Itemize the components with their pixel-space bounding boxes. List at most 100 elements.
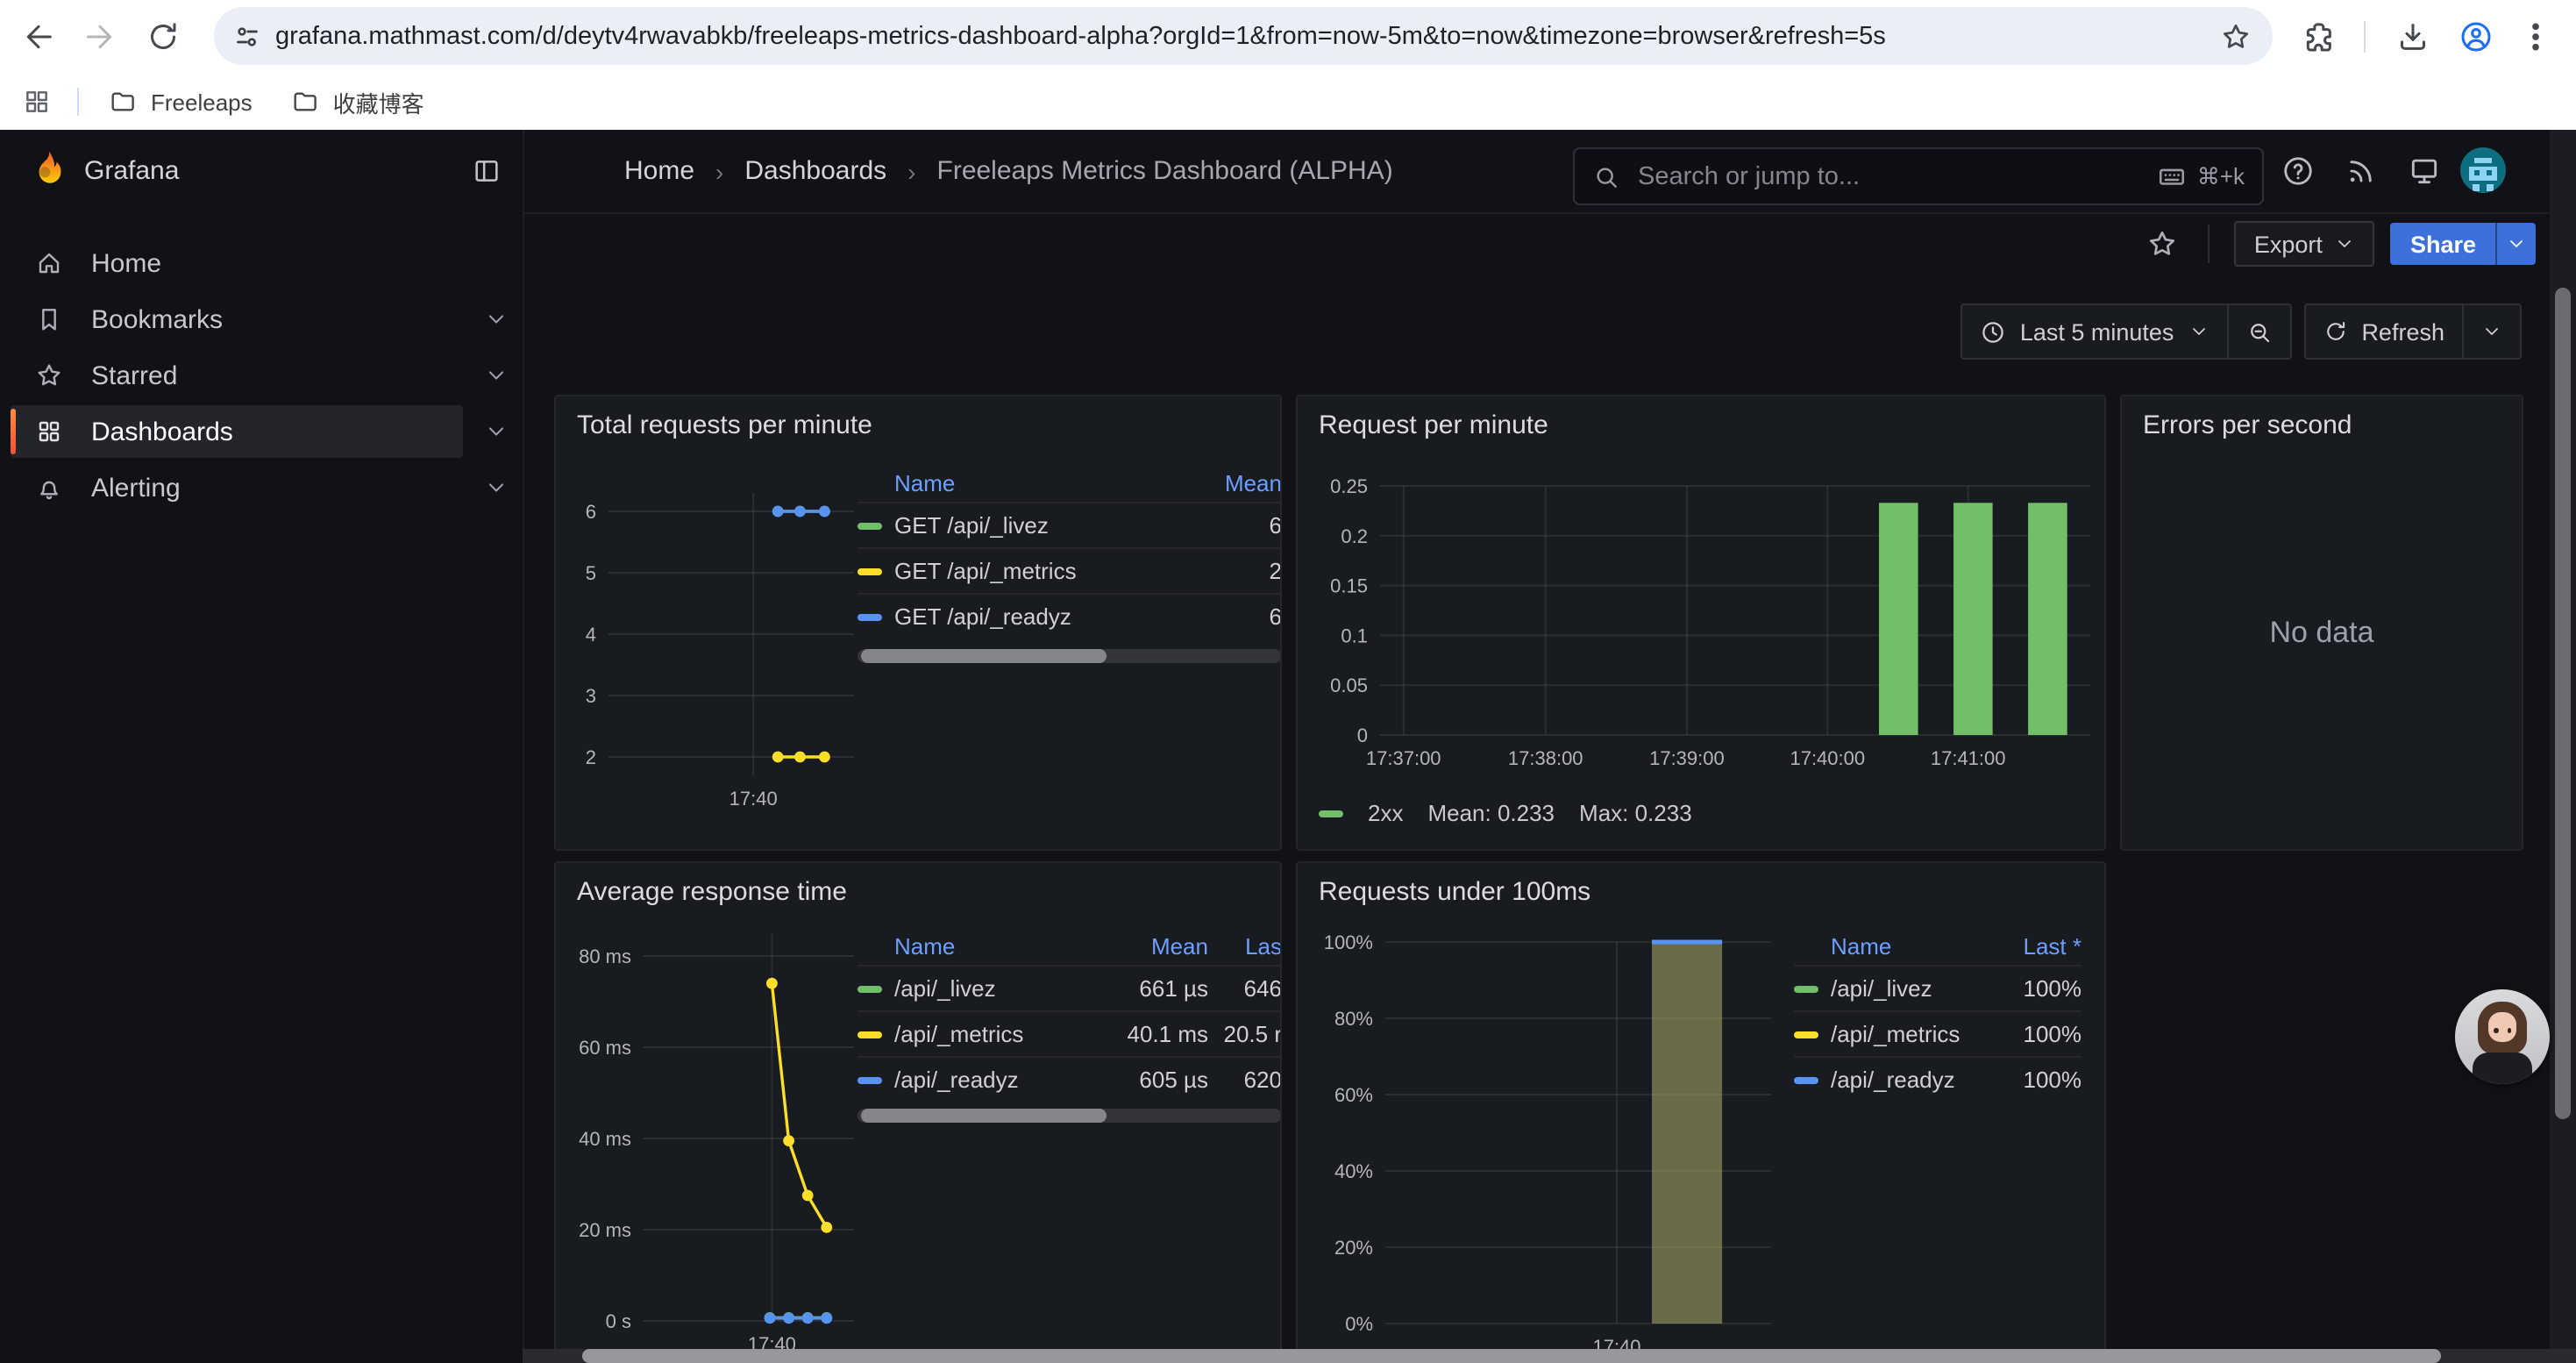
breadcrumb-dashboards[interactable]: Dashboards	[744, 156, 886, 186]
profile-icon[interactable]	[2459, 19, 2494, 54]
chevron-down-icon[interactable]	[484, 363, 509, 388]
legend-row[interactable]: /api/_livez 100%	[1794, 965, 2081, 1010]
sidebar-item-dashboards[interactable]: Dashboards	[11, 405, 463, 458]
sidebar-item-label: Bookmarks	[91, 304, 223, 334]
download-icon[interactable]	[2395, 19, 2430, 54]
sidebar-item-bookmarks[interactable]: Bookmarks	[11, 293, 463, 346]
series-last: 646	[1208, 975, 1282, 1002]
export-label: Export	[2254, 231, 2323, 257]
address-bar[interactable]: grafana.mathmast.com/d/deytv4rwavabkb/fr…	[214, 7, 2273, 65]
keyboard-icon	[2157, 161, 2187, 191]
sidebar-item-alerting[interactable]: Alerting	[11, 461, 463, 514]
legend-row[interactable]: /api/_metrics 100%	[1794, 1010, 2081, 1056]
share-button[interactable]: Share	[2391, 223, 2495, 265]
legend-row[interactable]: /api/_readyz 605 µs 620	[857, 1056, 1282, 1102]
legend-col-name[interactable]: Name	[894, 932, 1096, 959]
legend-row[interactable]: GET /api/_readyz 6	[857, 593, 1282, 639]
floating-assistant-avatar[interactable]	[2455, 989, 2550, 1084]
extensions-icon[interactable]	[2301, 19, 2336, 54]
series-name: /api/_livez	[1831, 975, 1994, 1002]
apps-grid-icon[interactable]	[23, 88, 51, 116]
legend-col-last[interactable]: Last *	[1994, 932, 2081, 959]
grafana-logo-icon[interactable]	[26, 148, 68, 194]
sidebar-collapse-icon[interactable]	[472, 156, 502, 186]
breadcrumb-home[interactable]: Home	[624, 156, 694, 186]
sidebar-item-home[interactable]: Home	[11, 237, 463, 289]
legend-table: Name Mean Las /api/_livez 661 µs 646 /ap…	[857, 926, 1282, 1102]
svg-text:6: 6	[586, 501, 596, 523]
monitor-icon[interactable]	[2397, 144, 2450, 196]
search-box[interactable]: ⌘+k	[1573, 147, 2264, 205]
legend-col-mean[interactable]: Mean	[1194, 469, 1282, 496]
site-settings-icon[interactable]	[231, 20, 263, 52]
panel-under-100ms: Requests under 100ms 100%80%60%40%20%0%1…	[1296, 861, 2106, 1363]
legend-row[interactable]: /api/_metrics 40.1 ms 20.5 r	[857, 1010, 1282, 1056]
svg-text:0.1: 0.1	[1341, 624, 1368, 646]
help-icon[interactable]	[2271, 144, 2323, 196]
news-rss-icon[interactable]	[2334, 144, 2387, 196]
search-icon	[1592, 162, 1620, 190]
refresh-interval-button[interactable]	[2464, 305, 2520, 358]
legend-row[interactable]: GET /api/_livez 6	[857, 502, 1282, 547]
sidebar-item-label: Dashboards	[91, 417, 233, 446]
legend-col-name[interactable]: Name	[1831, 932, 1994, 959]
time-range-picker[interactable]: Last 5 minutes	[1962, 305, 2227, 358]
legend-col-last[interactable]: Las	[1208, 932, 1282, 959]
series-mean: 2	[1194, 558, 1282, 584]
sidebar-item-label: Home	[91, 248, 161, 278]
legend-scrollbar[interactable]	[857, 1109, 1282, 1123]
user-avatar[interactable]	[2460, 147, 2506, 193]
chevron-down-icon	[2481, 321, 2502, 342]
panel-title[interactable]: Errors per second	[2143, 410, 2352, 440]
share-menu-button[interactable]	[2495, 223, 2536, 265]
bookmark-star-icon[interactable]	[2220, 20, 2252, 52]
sidebar-nav: Home Bookmarks Starred Dashboards Alerti…	[0, 212, 524, 1363]
legend-scrollbar-thumb[interactable]	[861, 1109, 1107, 1123]
bookmark-folder-freeleaps[interactable]: Freeleaps	[98, 81, 270, 123]
svg-text:4: 4	[586, 624, 596, 646]
chevron-down-icon[interactable]	[484, 419, 509, 444]
export-button[interactable]: Export	[2235, 221, 2375, 267]
svg-text:17:40: 17:40	[729, 788, 778, 810]
legend-row[interactable]: GET /api/_metrics 2	[857, 547, 1282, 593]
vertical-scrollbar-thumb[interactable]	[2555, 288, 2571, 1119]
favorite-star-icon[interactable]	[2147, 228, 2179, 260]
legend-row[interactable]: /api/_readyz 100%	[1794, 1056, 2081, 1102]
legend-scrollbar[interactable]	[857, 649, 1282, 663]
series-mean: 605 µs	[1096, 1067, 1208, 1093]
sidebar-item-starred[interactable]: Starred	[11, 349, 463, 402]
series-name: GET /api/_livez	[894, 512, 1194, 539]
search-input[interactable]	[1634, 161, 2157, 192]
refresh-group: Refresh	[2303, 303, 2522, 360]
zoom-out-button[interactable]	[2228, 305, 2289, 358]
reload-icon[interactable]	[146, 19, 181, 54]
star-icon	[35, 361, 63, 389]
forward-icon[interactable]	[82, 19, 117, 54]
legend-scrollbar-thumb[interactable]	[861, 649, 1107, 663]
series-name: /api/_readyz	[1831, 1067, 1994, 1093]
series-pill	[1794, 1031, 1818, 1038]
back-icon[interactable]	[21, 19, 56, 54]
svg-text:60 ms: 60 ms	[579, 1037, 631, 1059]
menu-kebab-icon[interactable]	[2518, 19, 2553, 54]
chevron-down-icon[interactable]	[484, 307, 509, 332]
refresh-button[interactable]: Refresh	[2305, 305, 2462, 358]
legend-inline[interactable]: 2xx Mean: 0.233 Max: 0.233	[1319, 800, 1692, 826]
home-icon	[35, 249, 63, 277]
panel-avg-response: Average response time 80 ms60 ms40 ms20 …	[554, 861, 1282, 1363]
svg-text:80 ms: 80 ms	[579, 946, 631, 967]
vertical-scrollbar[interactable]	[2550, 130, 2576, 1363]
bookmark-folder-blogs[interactable]: 收藏博客	[281, 81, 442, 123]
panel-errors: Errors per second No data	[2120, 395, 2523, 851]
bar-chart[interactable]: 0.250.20.150.10.05017:37:0017:38:0017:39…	[1298, 396, 2106, 851]
series-pill	[857, 522, 882, 529]
legend-col-mean[interactable]: Mean	[1096, 932, 1208, 959]
horizontal-scrollbar[interactable]	[523, 1349, 2576, 1363]
legend-row[interactable]: /api/_livez 661 µs 646	[857, 965, 1282, 1010]
folder-icon	[291, 88, 319, 116]
folder-icon	[109, 88, 137, 116]
legend-col-name[interactable]: Name	[894, 469, 1194, 496]
svg-text:17:37:00: 17:37:00	[1366, 747, 1441, 769]
chevron-down-icon[interactable]	[484, 475, 509, 500]
horizontal-scrollbar-thumb[interactable]	[582, 1349, 2441, 1363]
